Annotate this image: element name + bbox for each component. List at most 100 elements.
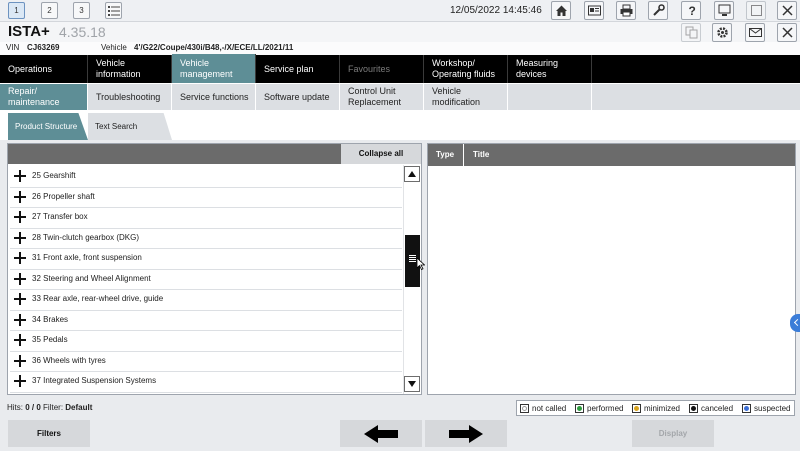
expand-plus-icon[interactable] bbox=[14, 293, 26, 305]
back-button[interactable] bbox=[340, 420, 422, 447]
datetime-display: 12/05/2022 14:45:46 bbox=[450, 5, 542, 16]
tab-troubleshooting[interactable]: Troubleshooting bbox=[88, 84, 171, 110]
tab-service-functions[interactable]: Service functions bbox=[172, 84, 255, 110]
tree-item-label: 35 Pedals bbox=[32, 335, 68, 344]
vehicle-label: Vehicle bbox=[101, 43, 127, 52]
tab-favourites[interactable]: Favourites bbox=[340, 55, 424, 83]
tree-item[interactable]: 28 Twin-clutch gearbox (DKG) bbox=[10, 229, 402, 249]
tree-item-label: 36 Wheels with tyres bbox=[32, 355, 106, 365]
scroll-down-arrow-icon[interactable] bbox=[404, 376, 420, 392]
tree-item[interactable]: 32 Steering and Wheel Alignment bbox=[10, 270, 402, 290]
tree-item[interactable]: 37 Integrated Suspension Systems bbox=[10, 372, 402, 393]
mail-icon[interactable] bbox=[745, 23, 765, 42]
forward-button[interactable] bbox=[425, 420, 507, 447]
legend-label: canceled bbox=[701, 404, 734, 413]
tab-measuring-devices[interactable]: Measuring devices bbox=[508, 55, 592, 83]
expand-plus-icon[interactable] bbox=[14, 313, 26, 326]
tab-operations[interactable]: Operations bbox=[0, 55, 88, 83]
legend-marker-icon bbox=[689, 404, 698, 413]
column-type[interactable]: Type bbox=[428, 144, 464, 166]
hits-status: Hits: 0 / 0 Filter: Default bbox=[7, 403, 92, 412]
legend-dot bbox=[634, 406, 639, 411]
tree-item[interactable]: 25 Gearshift bbox=[10, 167, 402, 188]
legend-marker-icon bbox=[742, 404, 751, 413]
expand-plus-icon[interactable] bbox=[14, 252, 26, 264]
collapse-all-button[interactable]: Collapse all bbox=[341, 144, 421, 164]
tab-text-search[interactable]: Text Search bbox=[88, 113, 172, 140]
tree-item[interactable]: 33 Rear axle, rear-wheel drive, guide bbox=[10, 290, 402, 311]
legend-label: performed bbox=[587, 404, 624, 413]
tab-vehicle-management[interactable]: Vehicle management bbox=[172, 54, 256, 83]
app-version: 4.35.18 bbox=[59, 24, 106, 40]
expand-plus-icon[interactable] bbox=[14, 375, 26, 387]
legend-dot bbox=[691, 406, 696, 411]
grip-icon bbox=[409, 255, 416, 256]
restore-window-icon[interactable] bbox=[746, 1, 766, 20]
status-legend: not called performed minimized canceled … bbox=[516, 400, 795, 416]
tree-item[interactable]: 36 Wheels with tyres bbox=[10, 352, 402, 372]
printer-icon[interactable] bbox=[616, 1, 636, 20]
expand-plus-icon[interactable] bbox=[14, 354, 26, 367]
tree-item-label: 28 Twin-clutch gearbox (DKG) bbox=[32, 232, 140, 242]
legend-dot bbox=[522, 406, 527, 411]
side-panel-toggle-icon[interactable] bbox=[790, 314, 800, 332]
session-button-3[interactable]: 3 bbox=[73, 2, 90, 19]
legend-label: minimized bbox=[644, 404, 681, 413]
column-title[interactable]: Title bbox=[465, 144, 489, 166]
svg-text:?: ? bbox=[689, 4, 696, 17]
tree-item-label: 26 Propeller shaft bbox=[32, 191, 95, 201]
legend-minimized: minimized bbox=[632, 404, 680, 413]
tab-empty bbox=[592, 84, 800, 110]
tree-item[interactable]: 34 Brakes bbox=[10, 311, 402, 331]
legend-suspected: suspected bbox=[742, 404, 790, 413]
close-icon[interactable] bbox=[777, 1, 797, 20]
session-button-2[interactable]: 2 bbox=[41, 2, 58, 19]
tab-vehicle-modification[interactable]: Vehicle modification bbox=[424, 84, 507, 110]
filter-value: Default bbox=[65, 403, 93, 412]
sub-navigation: Repair/ maintenance Troubleshooting Serv… bbox=[0, 83, 800, 110]
tree-scrollbar[interactable] bbox=[403, 165, 420, 394]
display-button[interactable]: Display bbox=[632, 420, 714, 447]
title-bar: ISTA+ 4.35.18 bbox=[0, 22, 800, 42]
tree-item[interactable]: 27 Transfer box bbox=[10, 208, 402, 229]
arrow-left-icon bbox=[364, 424, 398, 443]
tree-item[interactable]: 31 Front axle, front suspension bbox=[10, 249, 402, 270]
tab-control-unit-replacement[interactable]: Control Unit Replacement bbox=[340, 84, 423, 110]
legend-dot bbox=[577, 406, 582, 411]
copy-icon[interactable] bbox=[681, 23, 701, 42]
monitor-icon[interactable] bbox=[714, 1, 734, 20]
tab-vehicle-information[interactable]: Vehicle information bbox=[88, 55, 172, 83]
filters-button[interactable]: Filters bbox=[8, 420, 90, 447]
expand-plus-icon[interactable] bbox=[14, 190, 26, 203]
legend-label: suspected bbox=[754, 404, 791, 413]
tab-software-update[interactable]: Software update bbox=[256, 84, 339, 110]
scroll-up-arrow-icon[interactable] bbox=[404, 166, 420, 182]
session-button-1[interactable]: 1 bbox=[8, 2, 25, 19]
expand-plus-icon[interactable] bbox=[14, 334, 26, 346]
app-title: ISTA+ bbox=[8, 23, 50, 40]
gear-icon[interactable] bbox=[712, 23, 732, 42]
tab-product-structure[interactable]: Product Structure bbox=[8, 113, 88, 140]
tree-item-label: 33 Rear axle, rear-wheel drive, guide bbox=[32, 294, 164, 303]
wrench-icon[interactable] bbox=[648, 1, 668, 20]
tree-item[interactable]: 35 Pedals bbox=[10, 331, 402, 352]
tree-item[interactable]: 26 Propeller shaft bbox=[10, 188, 402, 208]
close-icon[interactable] bbox=[777, 23, 797, 42]
mouse-cursor-icon bbox=[417, 258, 425, 270]
expand-plus-icon[interactable] bbox=[14, 170, 26, 182]
tab-workshop-operating-fluids[interactable]: Workshop/ Operating fluids bbox=[424, 55, 508, 83]
expand-plus-icon[interactable] bbox=[14, 231, 26, 244]
tab-repair-maintenance[interactable]: Repair/ maintenance bbox=[0, 84, 87, 110]
list-icon[interactable] bbox=[105, 2, 122, 19]
view-tabs: Product Structure Text Search bbox=[0, 110, 800, 140]
help-icon[interactable]: ? bbox=[681, 1, 701, 20]
vin-label: VIN bbox=[6, 43, 20, 52]
expand-plus-icon[interactable] bbox=[14, 272, 26, 285]
vehicle-value: 4'/G22/Coupe/430i/B48,-/X/ECE/LL/2021/11 bbox=[134, 43, 294, 52]
id-card-icon[interactable] bbox=[584, 1, 604, 20]
results-header: Type Title bbox=[428, 144, 795, 166]
home-icon[interactable] bbox=[551, 1, 571, 20]
expand-plus-icon[interactable] bbox=[14, 211, 26, 223]
tree-item-label: 27 Transfer box bbox=[32, 212, 88, 221]
tab-service-plan[interactable]: Service plan bbox=[256, 55, 340, 83]
